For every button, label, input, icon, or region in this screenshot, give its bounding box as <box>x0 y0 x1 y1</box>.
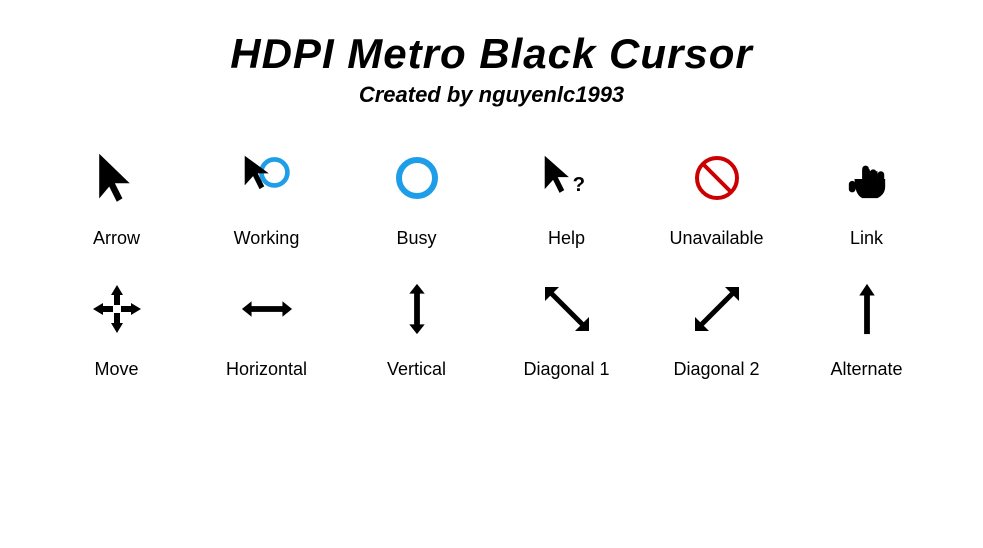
move-icon <box>77 269 157 349</box>
move-label: Move <box>94 359 138 380</box>
page-subtitle: Created by nguyenlc1993 <box>359 82 624 108</box>
diagonal1-label: Diagonal 1 <box>523 359 609 380</box>
horizontal-icon <box>227 269 307 349</box>
working-label: Working <box>234 228 300 249</box>
cursor-item-diagonal2: Diagonal 2 <box>647 269 787 380</box>
alternate-icon <box>827 269 907 349</box>
cursor-item-busy: Busy <box>347 138 487 249</box>
arrow-icon <box>77 138 157 218</box>
svg-text:?: ? <box>572 174 584 196</box>
horizontal-label: Horizontal <box>226 359 307 380</box>
cursor-item-diagonal1: Diagonal 1 <box>497 269 637 380</box>
help-label: Help <box>548 228 585 249</box>
cursor-item-working: Working <box>197 138 337 249</box>
cursor-item-unavailable: Unavailable <box>647 138 787 249</box>
cursor-item-arrow: Arrow <box>47 138 187 249</box>
page-title: HDPI Metro Black Cursor <box>230 30 752 78</box>
vertical-label: Vertical <box>387 359 446 380</box>
arrow-label: Arrow <box>93 228 140 249</box>
cursor-item-link: Link <box>797 138 937 249</box>
cursor-grid: Arrow Working Busy ? Hel <box>47 138 937 380</box>
unavailable-icon <box>677 138 757 218</box>
cursor-item-alternate: Alternate <box>797 269 937 380</box>
working-icon <box>227 138 307 218</box>
cursor-item-horizontal: Horizontal <box>197 269 337 380</box>
help-icon: ? <box>527 138 607 218</box>
cursor-item-help: ? Help <box>497 138 637 249</box>
diagonal2-label: Diagonal 2 <box>673 359 759 380</box>
alternate-label: Alternate <box>830 359 902 380</box>
diagonal1-icon <box>527 269 607 349</box>
cursor-item-vertical: Vertical <box>347 269 487 380</box>
cursor-item-move: Move <box>47 269 187 380</box>
vertical-icon <box>377 269 457 349</box>
diagonal2-icon <box>677 269 757 349</box>
link-label: Link <box>850 228 883 249</box>
busy-icon <box>377 138 457 218</box>
link-icon <box>827 138 907 218</box>
busy-label: Busy <box>396 228 436 249</box>
unavailable-label: Unavailable <box>669 228 763 249</box>
